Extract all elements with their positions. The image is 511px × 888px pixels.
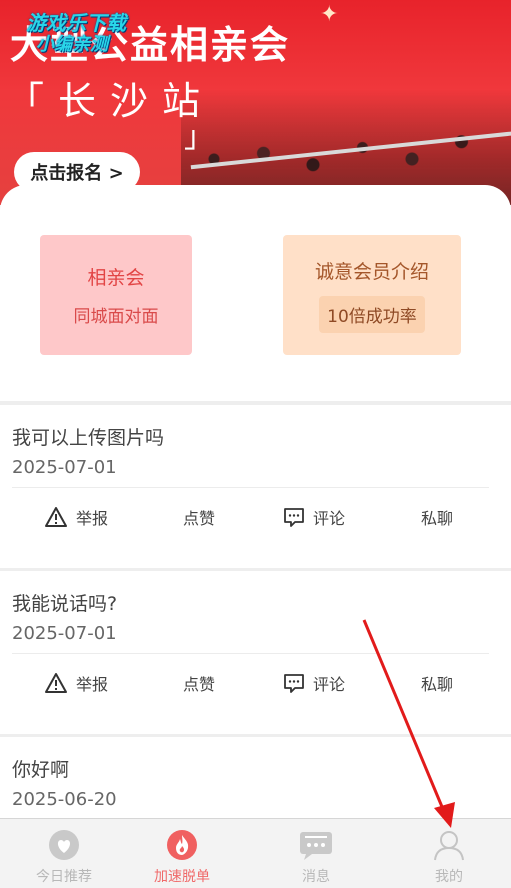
post-card[interactable]: 我能说话吗? 2025-07-01 举报 点赞 评论 私聊 bbox=[0, 571, 511, 734]
sparkle-icon: ✦ bbox=[320, 2, 339, 27]
nav-label: 今日推荐 bbox=[36, 869, 92, 885]
tile-member-intro[interactable]: 诚意会员介绍 10倍成功率 bbox=[283, 235, 461, 355]
nav-messages[interactable]: 消息 bbox=[252, 819, 380, 888]
post-date: 2025-06-20 bbox=[12, 789, 117, 810]
chat-label: 私聊 bbox=[421, 675, 454, 694]
tile-matchmaking[interactable]: 相亲会 同城面对面 bbox=[40, 235, 192, 355]
post-date: 2025-07-01 bbox=[12, 623, 117, 644]
post-title: 我可以上传图片吗 bbox=[12, 427, 165, 449]
warning-icon bbox=[45, 507, 67, 527]
like-label: 点赞 bbox=[183, 509, 216, 528]
nav-label: 加速脱单 bbox=[154, 869, 210, 885]
like-label: 点赞 bbox=[183, 675, 216, 694]
post-title: 你好啊 bbox=[12, 759, 70, 781]
comment-icon bbox=[284, 508, 304, 527]
post-actions: 举报 点赞 评论 私聊 bbox=[0, 671, 511, 701]
tile-subtitle: 10倍成功率 bbox=[319, 296, 425, 333]
post-title: 我能说话吗? bbox=[12, 593, 118, 615]
bottom-nav: 今日推荐 加速脱单 消息 我的 bbox=[0, 818, 511, 888]
report-label: 举报 bbox=[76, 509, 109, 528]
comment-icon bbox=[284, 674, 304, 693]
event-banner[interactable]: ✦ 大型公益相亲会 游戏乐下载 小编亲测 「长沙站 」 点击报名 > bbox=[0, 0, 511, 205]
nav-speed-dating[interactable]: 加速脱单 bbox=[118, 819, 246, 888]
banner-slogan-close: 」 bbox=[184, 120, 214, 155]
heart-icon bbox=[48, 828, 80, 862]
chat-label: 私聊 bbox=[421, 509, 454, 528]
watermark-line2: 小编亲测 bbox=[36, 34, 108, 55]
nav-label: 我的 bbox=[435, 869, 463, 885]
post-card[interactable]: 你好啊 2025-06-20 bbox=[0, 737, 511, 827]
report-button[interactable]: 举报 bbox=[44, 671, 108, 695]
banner-slogan: 「长沙站 bbox=[6, 79, 215, 123]
divider bbox=[12, 653, 489, 654]
chat-button[interactable]: 私聊 bbox=[421, 671, 453, 695]
post-actions: 举报 点赞 评论 私聊 bbox=[0, 505, 511, 535]
message-icon bbox=[298, 828, 334, 862]
report-label: 举报 bbox=[76, 675, 109, 694]
like-button[interactable]: 点赞 bbox=[183, 505, 215, 529]
post-date: 2025-07-01 bbox=[12, 457, 117, 478]
warning-icon bbox=[45, 673, 67, 693]
feature-card: 相亲会 同城面对面 诚意会员介绍 10倍成功率 bbox=[0, 185, 511, 401]
report-button[interactable]: 举报 bbox=[44, 505, 108, 529]
comment-button[interactable]: 评论 bbox=[283, 505, 345, 529]
comment-button[interactable]: 评论 bbox=[283, 671, 345, 695]
like-button[interactable]: 点赞 bbox=[183, 671, 215, 695]
tile-subtitle: 同城面对面 bbox=[73, 307, 159, 327]
divider bbox=[12, 487, 489, 488]
comment-label: 评论 bbox=[313, 509, 346, 528]
tile-title: 诚意会员介绍 bbox=[314, 261, 429, 283]
tile-title: 相亲会 bbox=[87, 267, 145, 289]
watermark-line1: 游戏乐下载 bbox=[26, 11, 126, 35]
flame-icon bbox=[166, 828, 198, 862]
nav-profile[interactable]: 我的 bbox=[385, 819, 511, 888]
post-card[interactable]: 我可以上传图片吗 2025-07-01 举报 点赞 评论 私聊 bbox=[0, 405, 511, 568]
user-icon bbox=[432, 828, 466, 862]
chat-button[interactable]: 私聊 bbox=[421, 505, 453, 529]
watermark: 游戏乐下载 小编亲测 bbox=[26, 12, 126, 56]
comment-label: 评论 bbox=[313, 675, 346, 694]
nav-label: 消息 bbox=[302, 869, 330, 885]
nav-today-recommend[interactable]: 今日推荐 bbox=[0, 819, 128, 888]
